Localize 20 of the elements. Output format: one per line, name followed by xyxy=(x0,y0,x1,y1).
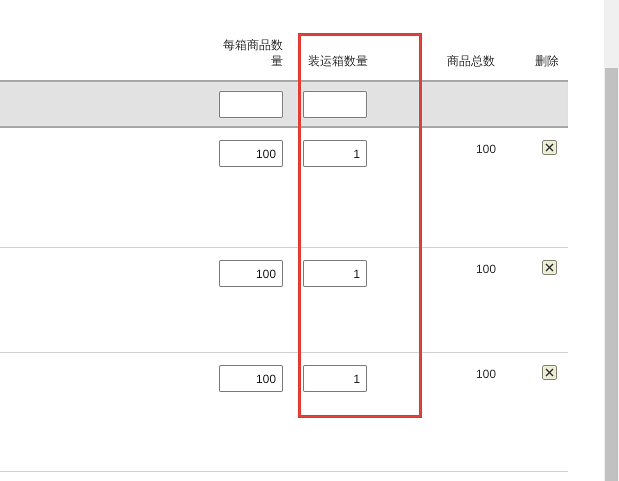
column-header: 每箱商品数量 xyxy=(222,37,283,69)
total-value: 100 xyxy=(476,262,496,276)
delete-icon[interactable] xyxy=(542,365,557,380)
column-header: 装运箱数量 xyxy=(307,53,368,69)
quantity-field[interactable]: 100 xyxy=(219,260,283,287)
delete-icon[interactable] xyxy=(542,140,557,155)
quantity-field[interactable]: 100 xyxy=(219,140,283,167)
total-value: 100 xyxy=(476,367,496,381)
delete-icon[interactable] xyxy=(542,260,557,275)
column-header: 删除 xyxy=(534,53,559,69)
filter-field[interactable] xyxy=(303,90,367,118)
scrollbar-thumb[interactable] xyxy=(605,68,618,481)
total-value: 100 xyxy=(476,142,496,156)
filter-field[interactable] xyxy=(219,90,283,118)
quantity-field[interactable]: 100 xyxy=(219,365,283,392)
quantity-field[interactable]: 1 xyxy=(303,140,367,167)
quantity-field[interactable]: 1 xyxy=(303,365,367,392)
scrollbar[interactable] xyxy=(604,0,619,481)
column-header: 商品总数 xyxy=(446,53,495,69)
quantity-field[interactable]: 1 xyxy=(303,260,367,287)
